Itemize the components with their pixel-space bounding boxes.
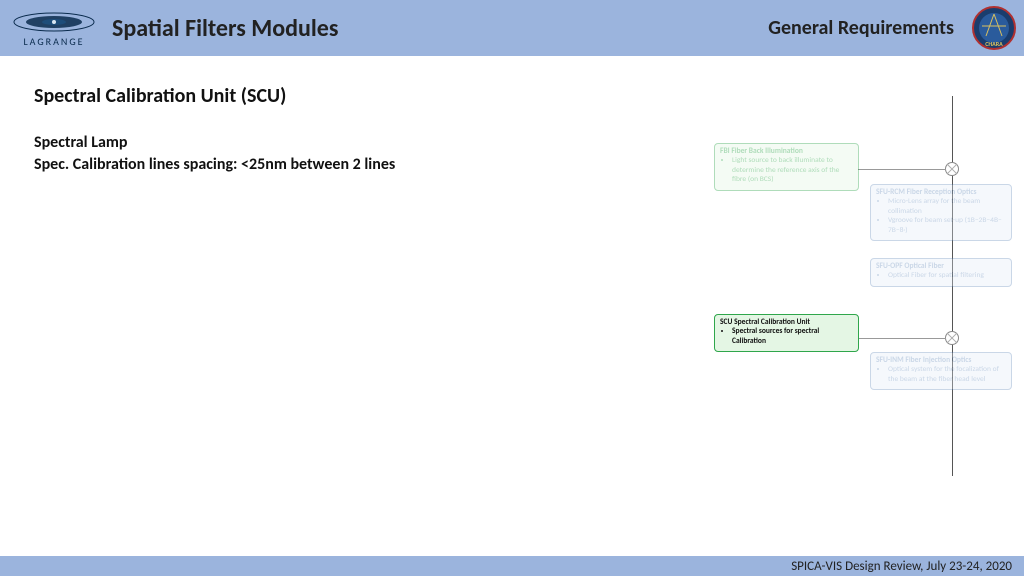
slide-subtitle: General Requirements [768,16,954,40]
flow-diagram: FBI Fiber Back Illumination Light source… [696,96,1016,476]
junction-icon [945,331,959,345]
box-bullet: Spectral sources for spectral Calibratio… [732,327,853,346]
box-title: SCU Spectral Calibration Unit [720,318,853,327]
inm-box: SFU-INM Fiber Injection Optics Optical s… [870,352,1012,390]
slide-footer: SPICA-VIS Design Review, July 23-24, 202… [0,556,1024,576]
fbi-box: FBI Fiber Back Illumination Light source… [714,143,859,191]
box-title: SFU-OPF Optical Fiber [876,262,1006,271]
chara-logo: CHARA [972,6,1016,50]
box-bullet: Micro-Lens array for the beam collimatio… [888,197,1006,216]
rcm-box: SFU-RCM Fiber Reception Optics Micro-Len… [870,184,1012,241]
scu-box: SCU Spectral Calibration Unit Spectral s… [714,314,859,352]
lagrange-logo: LAGRANGE [4,4,104,52]
slide-title: Spatial Filters Modules [112,14,338,43]
box-title: FBI Fiber Back Illumination [720,147,853,156]
box-bullet: Optical Fiber for spatial filtering [888,271,1006,280]
box-bullet: Vgroove for beam set-up (1B–2B–4B–7B–8·) [888,216,1006,235]
brand-name: LAGRANGE [23,35,84,48]
box-title: SFU-INM Fiber Injection Optics [876,356,1006,365]
svg-text:CHARA: CHARA [985,40,1003,48]
opf-box: SFU-OPF Optical Fiber Optical Fiber for … [870,258,1012,287]
junction-icon [945,162,959,176]
connector-line [858,338,946,339]
box-bullet: Light source to back illuminate to deter… [732,156,853,184]
box-bullet: Optical system for the focalization of t… [888,365,1006,384]
galaxy-icon [11,9,97,37]
connector-line [858,169,946,170]
slide-body: Spectral Calibration Unit (SCU) Spectral… [0,56,1024,556]
footer-text: SPICA-VIS Design Review, July 23-24, 202… [791,559,1012,574]
slide-header: LAGRANGE Spatial Filters Modules General… [0,0,1024,56]
box-title: SFU-RCM Fiber Reception Optics [876,188,1006,197]
